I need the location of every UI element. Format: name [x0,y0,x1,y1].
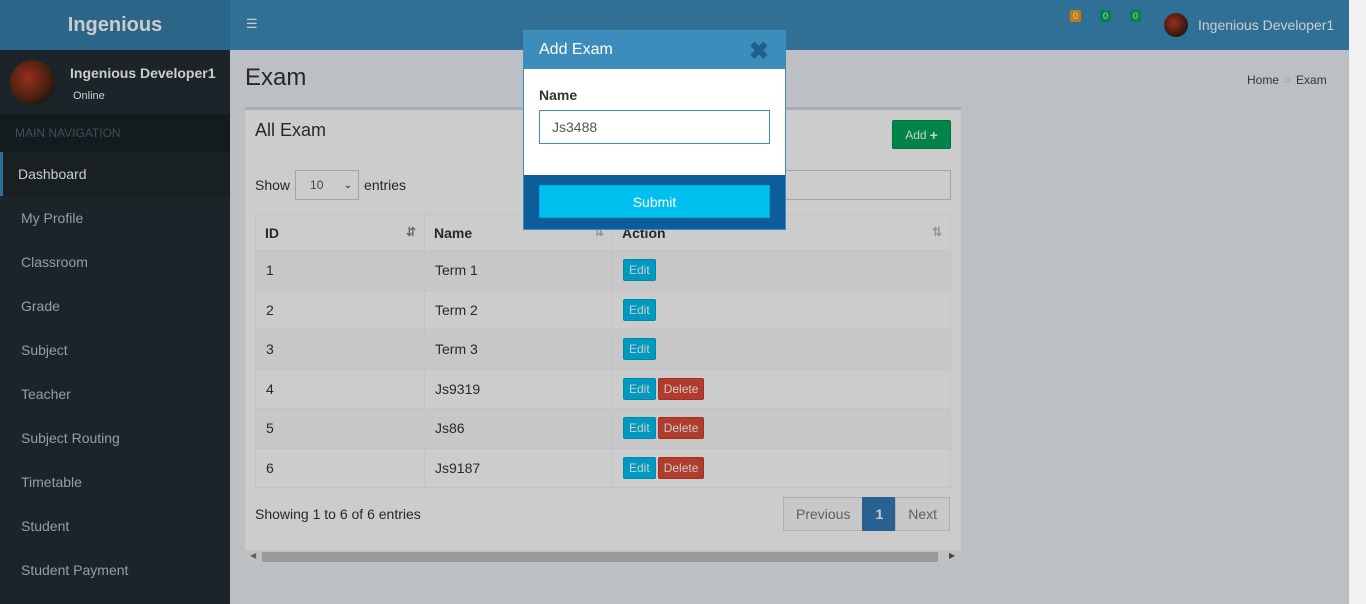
modal-header: Add Exam ✖ [524,31,785,69]
page-scrollbar[interactable] [1349,0,1366,604]
exam-name-input[interactable] [539,110,770,144]
modal-footer: Submit [524,175,785,229]
add-exam-modal: Add Exam ✖ Name Submit [523,30,786,230]
modal-body: Name [524,69,785,175]
modal-title: Add Exam [539,41,613,58]
close-icon[interactable]: ✖ [749,37,769,66]
name-field-label: Name [539,87,578,103]
submit-button[interactable]: Submit [539,185,770,218]
